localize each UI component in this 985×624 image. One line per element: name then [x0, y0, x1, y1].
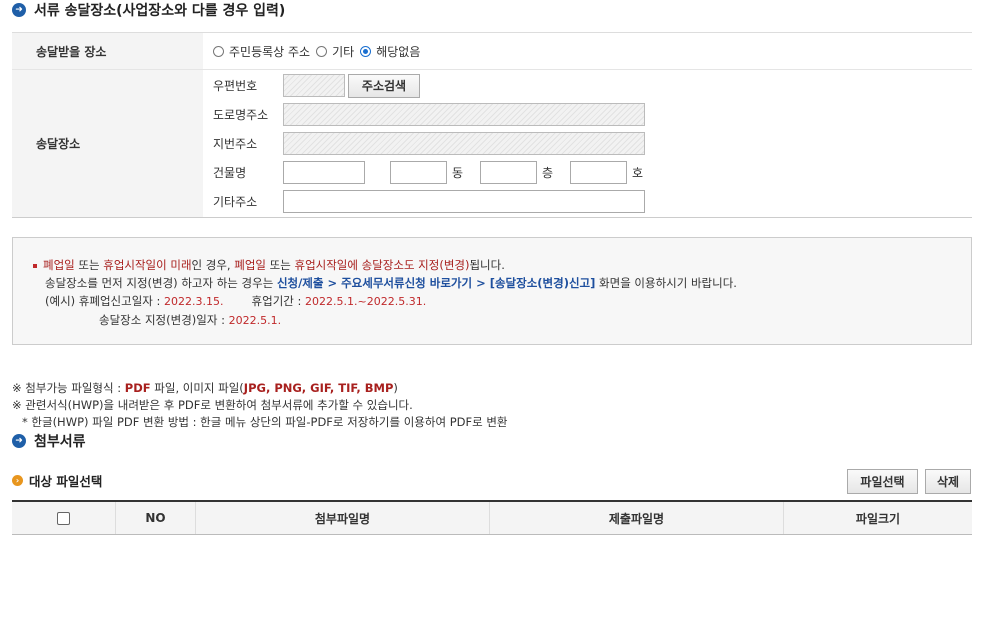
notice-text: 인 경우,: [191, 258, 235, 272]
attachments-table-header: NO 첨부파일명 제출파일명 파일크기: [12, 500, 972, 535]
info-text: ): [393, 381, 398, 395]
address-row: 송달장소 우편번호 주소검색 도로명주소 지번주소 건물명 동 층 호 기타주소: [12, 70, 972, 217]
notice-line-2: 송달장소를 먼저 지정(변경) 하고자 하는 경우는 신청/제출 > 주요세무서…: [33, 274, 971, 292]
info-text: ※ 첨부가능 파일형식 :: [12, 381, 125, 395]
arrow-circle-icon: ➜: [12, 3, 26, 17]
notice-text: 송달장소를 먼저 지정(변경) 하고자 하는 경우는: [45, 276, 277, 290]
notice-text: 폐업일: [234, 258, 266, 272]
notice-text: 송달장소 지정(변경)일자 :: [99, 313, 229, 327]
notice-text: 됩니다.: [469, 258, 505, 272]
radio-circle[interactable]: [316, 45, 328, 57]
notice-line-4: 송달장소 지정(변경)일자 : 2022.5.1.: [33, 311, 971, 330]
radio-resident-address[interactable]: 주민등록상 주소: [213, 43, 310, 60]
delivery-form: 송달받을 장소 주민등록상 주소 기타 해당없음 송달장소 우편번호 주소검색: [12, 32, 972, 218]
attachments-title: ➜ 첨부서류: [12, 432, 86, 450]
radio-not-applicable[interactable]: 해당없음: [360, 43, 420, 60]
postal-code-input[interactable]: [283, 74, 345, 97]
etc-address-input[interactable]: [283, 190, 645, 213]
section-title: ➜ 서류 송달장소(사업장소와 다를 경우 입력): [12, 1, 285, 19]
delivery-place-label: 송달받을 장소: [12, 33, 203, 69]
building-label: 건물명: [213, 166, 247, 180]
select-all-checkbox[interactable]: [57, 511, 70, 525]
column-header-file-size: 파일크기: [855, 511, 901, 526]
notice-text: (예시) 휴폐업신고일자 :: [45, 294, 165, 308]
section-title-text: 서류 송달장소(사업장소와 다를 경우 입력): [34, 3, 286, 19]
building-name-input[interactable]: [283, 161, 365, 184]
file-select-button[interactable]: 파일선택: [847, 469, 918, 494]
radio-circle[interactable]: [213, 45, 224, 57]
delivery-place-row: 송달받을 장소 주민등록상 주소 기타 해당없음: [12, 33, 972, 70]
arrow-circle-icon: ➜: [12, 434, 26, 448]
radio-label: 주민등록상 주소: [229, 44, 311, 59]
file-info-line-1: ※ 첨부가능 파일형식 : PDF 파일, 이미지 파일(JPG, PNG, G…: [12, 380, 508, 397]
info-text: PDF: [124, 381, 151, 395]
dong-label: 동: [452, 166, 464, 180]
file-info-line-3: * 한글(HWP) 파일 PDF 변환 방법 : 한글 메뉴 상단의 파일-PD…: [22, 415, 508, 429]
column-header-submitted-file: 제출파일명: [490, 502, 784, 534]
address-fields: 우편번호 주소검색 도로명주소 지번주소 건물명 동 층 호 기타주소: [203, 70, 972, 217]
etc-line: 기타주소: [213, 187, 972, 216]
notice-text: 휴업시작일에 송달장소도 지정(변경): [294, 258, 470, 272]
ho-input[interactable]: [570, 161, 627, 184]
etc-label: 기타주소: [213, 195, 258, 209]
notice-text: 또는: [74, 258, 104, 272]
lot-line: 지번주소: [213, 129, 972, 158]
example-period: 2022.5.1.~2022.5.31.: [305, 295, 427, 308]
file-info-line-2: ※ 관련서식(HWP)을 내려받은 후 PDF로 변환하여 첨부서류에 추가할 …: [12, 398, 413, 412]
attachments-title-text: 첨부서류: [34, 434, 86, 450]
radio-label: 기타: [332, 44, 355, 59]
notice-line-1: 폐업일 또는 휴업시작일이 미래인 경우, 폐업일 또는 휴업시작일에 송달장소…: [33, 256, 971, 274]
lot-label: 지번주소: [213, 137, 258, 151]
floor-label: 층: [542, 166, 554, 180]
address-label: 송달장소: [12, 70, 203, 217]
column-header-no: NO: [116, 502, 196, 534]
lot-address-input[interactable]: [283, 132, 645, 155]
info-text: JPG, PNG, GIF, TIF, BMP: [243, 381, 394, 395]
road-address-input[interactable]: [283, 103, 645, 126]
postal-line: 우편번호 주소검색: [213, 71, 972, 100]
road-label: 도로명주소: [213, 108, 269, 122]
delivery-place-options: 주민등록상 주소 기타 해당없음: [203, 33, 972, 69]
file-info: ※ 첨부가능 파일형식 : PDF 파일, 이미지 파일(JPG, PNG, G…: [12, 380, 508, 431]
info-text: 파일, 이미지 파일(: [150, 381, 244, 395]
notice-text: 폐업일: [43, 258, 75, 272]
notice-box: 폐업일 또는 휴업시작일이 미래인 경우, 폐업일 또는 휴업시작일에 송달장소…: [12, 237, 972, 345]
dong-input[interactable]: [390, 161, 447, 184]
target-file-heading: › 대상 파일선택: [12, 472, 103, 489]
shortcut-link[interactable]: 신청/제출 > 주요세무서류신청 바로가기 > [송달장소(변경)신고]: [277, 276, 595, 290]
ho-label: 호: [632, 166, 644, 180]
column-header-attached-file: 첨부파일명: [196, 502, 490, 534]
building-line: 건물명 동 층 호: [213, 158, 972, 187]
radio-label: 해당없음: [376, 44, 421, 59]
radio-circle-selected[interactable]: [360, 45, 372, 57]
bullet-icon: [33, 263, 37, 268]
postal-label: 우편번호: [213, 79, 258, 93]
notice-text: 화면을 이용하시기 바랍니다.: [595, 276, 737, 290]
notice-text: 휴업기간 :: [251, 294, 306, 308]
chevron-circle-icon: ›: [12, 474, 23, 486]
notice-text: 또는: [266, 258, 295, 272]
example-date: 2022.3.15.: [164, 295, 224, 308]
road-line: 도로명주소: [213, 100, 972, 129]
address-search-button[interactable]: 주소검색: [348, 73, 420, 98]
example-date: 2022.5.1.: [228, 314, 282, 327]
notice-text: 휴업시작일이 미래: [103, 258, 192, 272]
floor-input[interactable]: [480, 161, 537, 184]
notice-line-3: (예시) 휴폐업신고일자 : 2022.3.15. 휴업기간 : 2022.5.1…: [33, 292, 971, 311]
select-all-cell: [12, 502, 116, 534]
radio-other[interactable]: 기타: [316, 43, 354, 60]
target-file-heading-text: 대상 파일선택: [29, 473, 103, 489]
delete-button[interactable]: 삭제: [925, 469, 971, 494]
